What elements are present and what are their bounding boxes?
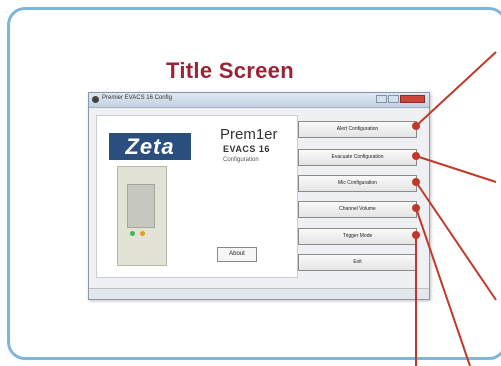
callout-dot-alert (412, 122, 420, 130)
callout-lines (412, 51, 497, 366)
callout-dot-evacuate (412, 152, 420, 160)
callout-dot-volume (412, 204, 420, 212)
callout-line-volume (415, 207, 471, 366)
callout-dot-mic (412, 178, 420, 186)
callout-line-alert (415, 51, 497, 127)
callout-line-evacuate (415, 155, 497, 183)
callout-dot-trigger (412, 231, 420, 239)
